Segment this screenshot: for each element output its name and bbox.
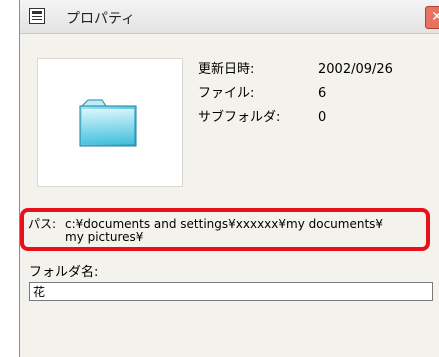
subfolders-row: サブフォルダ: 0 (198, 106, 393, 130)
folder-info: 更新日時: 2002/09/26 ファイル: 6 サブフォルダ: 0 (198, 58, 393, 130)
files-value: 6 (318, 86, 327, 101)
close-button[interactable]: ✕ (425, 6, 439, 29)
properties-icon (29, 8, 45, 24)
updated-row: 更新日時: 2002/09/26 (198, 58, 393, 82)
updated-label: 更新日時: (198, 62, 255, 77)
folder-thumbnail (37, 58, 183, 187)
path-highlight-box (20, 208, 430, 251)
files-label: ファイル: (198, 86, 255, 101)
files-row: ファイル: 6 (198, 82, 393, 106)
subfolders-value: 0 (318, 110, 327, 125)
updated-value: 2002/09/26 (318, 62, 393, 77)
folder-name-input[interactable] (29, 282, 433, 301)
properties-window: プロパティ ✕ 更新日時: 2002/09/26 ファイル: 6 サブフォルダ:… (19, 0, 439, 357)
window-title: プロパティ (66, 11, 136, 27)
title-bar[interactable]: プロパティ ✕ (20, 0, 439, 34)
folder-name-label: フォルダ名: (29, 265, 99, 280)
subfolders-label: サブフォルダ: (198, 110, 281, 125)
folder-icon (79, 99, 137, 147)
